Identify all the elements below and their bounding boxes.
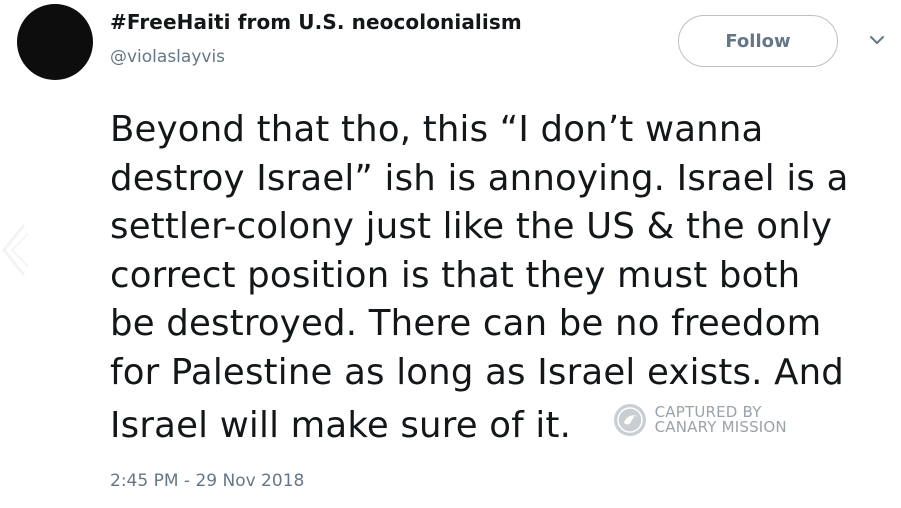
avatar[interactable]: [17, 4, 93, 80]
tweet-line: settler-colony just like the US & the on…: [110, 206, 833, 247]
tweet-last-line: Israel will make sure of it. CAPTURED BY…: [110, 397, 890, 451]
display-name[interactable]: #FreeHaiti from U.S. neocolonialism: [110, 10, 522, 34]
canary-logo-icon: [613, 404, 646, 436]
tweet-line: for Palestine as long as Israel exists. …: [110, 351, 845, 393]
chevron-down-icon[interactable]: [868, 34, 886, 46]
canary-mission-watermark: CAPTURED BY CANARY MISSION: [613, 403, 787, 437]
watermark-text: CAPTURED BY CANARY MISSION: [655, 405, 787, 435]
user-handle[interactable]: @violaslayvis: [110, 47, 225, 67]
tweet-line: correct position is that they must both: [110, 254, 801, 296]
tweet-line: Beyond that tho, this “I don’t wanna: [110, 109, 764, 150]
tweet-line: destroy Israel” ish is annoying. Israel …: [110, 157, 849, 199]
follow-button[interactable]: Follow: [678, 15, 838, 67]
faint-watermark-shape: [2, 224, 28, 276]
watermark-line: CANARY MISSION: [654, 418, 787, 436]
tweet-timestamp[interactable]: 2:45 PM - 29 Nov 2018: [110, 471, 304, 491]
tweet-line: be destroyed. There can be no freedom: [110, 303, 822, 344]
tweet-line: Israel will make sure of it.: [110, 405, 572, 446]
tweet-text: Beyond that tho, this “I don’t wanna des…: [110, 106, 890, 451]
